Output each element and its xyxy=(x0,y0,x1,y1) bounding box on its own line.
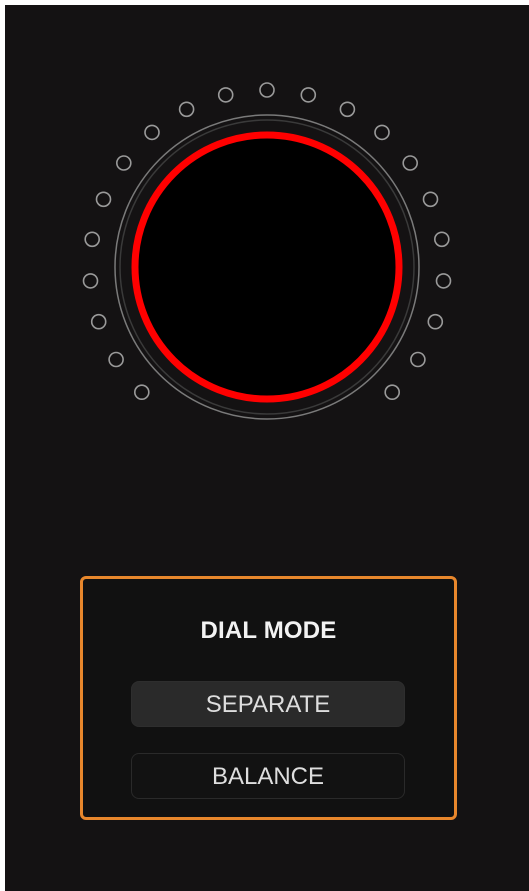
dial-led-dot xyxy=(384,384,401,401)
dial-led-dot xyxy=(402,155,419,171)
dial-led-dot xyxy=(217,87,234,103)
dial-led-dot xyxy=(144,124,160,141)
dial-led-dot xyxy=(178,101,195,118)
dial-led-dot xyxy=(435,273,452,289)
dial-led-dot xyxy=(339,101,356,118)
dial-led-dot xyxy=(115,155,132,171)
dial-led-dot xyxy=(259,82,275,98)
dial-led-dot xyxy=(422,191,439,208)
dial-knob[interactable] xyxy=(131,131,403,403)
dial-mode-panel: DIAL MODE SEPARATE BALANCE xyxy=(80,576,457,820)
dial-led-dot xyxy=(433,231,450,248)
dial-control[interactable] xyxy=(65,65,481,481)
dial-svg[interactable] xyxy=(65,65,481,481)
separate-button[interactable]: SEPARATE xyxy=(131,681,405,727)
dial-led-dot xyxy=(134,384,150,401)
dial-led-dot xyxy=(108,351,124,368)
dial-panel: DIAL MODE SEPARATE BALANCE xyxy=(5,5,529,891)
dial-mode-title: DIAL MODE xyxy=(200,617,337,644)
dial-led-dot xyxy=(95,191,112,208)
dial-led-dot xyxy=(90,313,107,330)
dial-led-dot xyxy=(82,273,99,289)
dial-led-dot xyxy=(374,124,390,141)
dial-led-dot xyxy=(410,351,426,368)
dial-led-dot xyxy=(427,313,444,330)
dial-led-dot xyxy=(84,231,101,248)
dial-led-dot xyxy=(300,87,317,103)
balance-button[interactable]: BALANCE xyxy=(131,753,405,799)
